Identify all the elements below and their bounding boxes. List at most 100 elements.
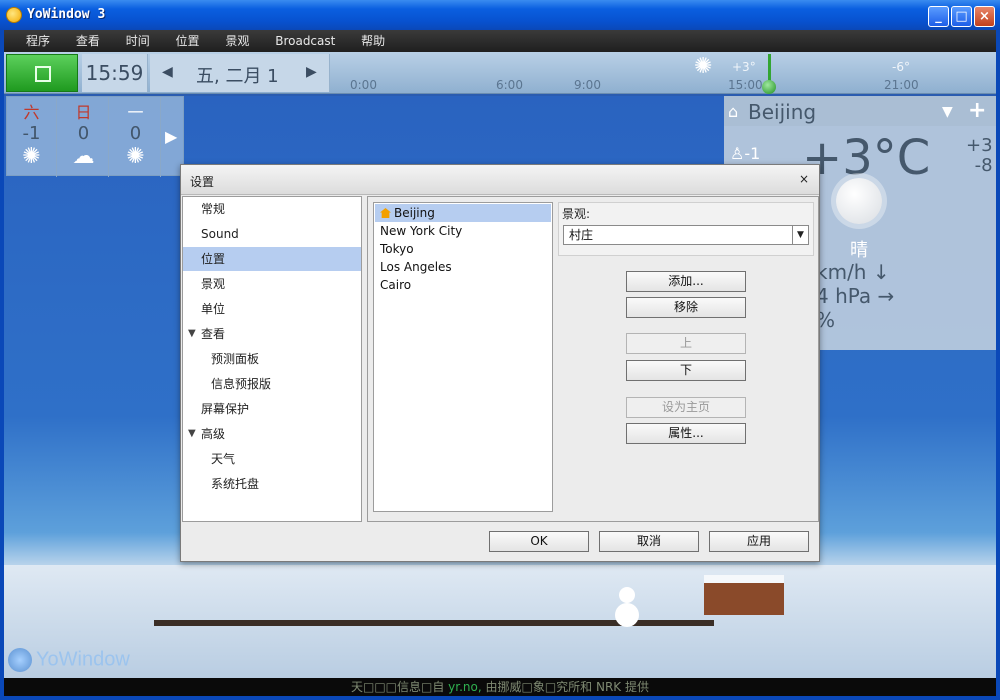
sun-icon: ✺ bbox=[126, 144, 145, 169]
location-settings-pane: Beijing New York City Tokyo Los Angeles … bbox=[367, 196, 819, 522]
forecast-temp: 0 bbox=[129, 123, 142, 144]
high-low: +3 -8 bbox=[966, 136, 993, 176]
logo-text: YoWindow bbox=[36, 648, 130, 671]
sun-icon bbox=[836, 178, 882, 224]
timeline-temp: +3° bbox=[732, 60, 756, 74]
low-temp: -8 bbox=[974, 155, 993, 176]
list-item[interactable]: Los Angeles bbox=[375, 258, 551, 276]
location-name: Beijing bbox=[394, 206, 435, 220]
window-frame bbox=[996, 30, 1000, 700]
current-city[interactable]: Beijing bbox=[748, 100, 816, 124]
yowindow-logo[interactable]: YoWindow bbox=[8, 648, 130, 672]
nav-item-screensaver[interactable]: 屏幕保护 bbox=[183, 397, 361, 421]
nav-item-landscape[interactable]: 景观 bbox=[183, 272, 361, 296]
list-item[interactable]: Cairo bbox=[375, 276, 551, 294]
nav-item-system-tray[interactable]: 系统托盘 bbox=[183, 472, 361, 496]
menu-program[interactable]: 程序 bbox=[14, 30, 60, 52]
chevron-down-icon[interactable]: ▼ bbox=[942, 104, 953, 120]
scene-select-value: 村庄 bbox=[569, 228, 594, 242]
prev-day-arrow-icon[interactable]: ◀ bbox=[162, 64, 173, 80]
nav-item-advanced[interactable]: ▼ 高级 bbox=[183, 422, 361, 446]
minimize-button[interactable]: _ bbox=[928, 6, 949, 27]
nav-item-view[interactable]: ▼ 查看 bbox=[183, 322, 361, 346]
scene-group: 景观: 村庄 ▼ bbox=[558, 202, 814, 256]
timeline-tick: 0:00 bbox=[350, 78, 377, 92]
pressure: 4 hPa → bbox=[816, 284, 895, 308]
snowman bbox=[612, 585, 642, 635]
person-icon: ♙ bbox=[730, 144, 745, 163]
forecast-day[interactable]: 日 0 ☁ bbox=[59, 97, 109, 177]
menu-broadcast[interactable]: Broadcast bbox=[263, 30, 345, 52]
dialog-header[interactable]: 设置 × bbox=[181, 165, 819, 195]
menu-bar: 程序 查看 时间 位置 景观 Broadcast 帮助 bbox=[0, 30, 1000, 52]
move-down-button[interactable]: 下 bbox=[626, 360, 746, 381]
weather-condition: 晴 bbox=[850, 240, 868, 261]
forecast-temp: 0 bbox=[77, 123, 90, 144]
next-day-arrow-icon[interactable]: ▶ bbox=[306, 64, 317, 80]
live-button[interactable] bbox=[6, 54, 78, 92]
maximize-button[interactable]: □ bbox=[951, 6, 972, 27]
home-icon bbox=[380, 208, 391, 218]
high-temp: +3 bbox=[966, 135, 993, 156]
close-button[interactable]: × bbox=[974, 6, 995, 27]
forecast-day[interactable]: 六 -1 ✺ bbox=[7, 97, 57, 177]
window-frame bbox=[0, 30, 4, 700]
settings-nav: 常规 Sound 位置 景观 单位 ▼ 查看 预测面板 信息预报版 屏幕保护 ▼ 高… bbox=[182, 196, 362, 522]
timeline-tick: 21:00 bbox=[884, 78, 919, 92]
expand-arrow-icon[interactable]: ▼ bbox=[188, 422, 196, 446]
expand-arrow-icon[interactable]: ▼ bbox=[188, 322, 196, 346]
nav-item-general[interactable]: 常规 bbox=[183, 197, 361, 221]
feels-like: ♙-1 bbox=[730, 144, 760, 163]
sun-icon: ✺ bbox=[694, 54, 713, 79]
list-item[interactable]: New York City bbox=[375, 222, 551, 240]
nav-item-weather[interactable]: 天气 bbox=[183, 447, 361, 471]
add-location-button[interactable]: 添加... bbox=[626, 271, 746, 292]
date-selector: ◀ 五, 二月 1 ▶ bbox=[150, 54, 330, 92]
window-frame bbox=[0, 696, 1000, 700]
properties-button[interactable]: 属性... bbox=[626, 423, 746, 444]
chevron-down-icon[interactable]: ▼ bbox=[792, 226, 808, 244]
timeline-handle[interactable] bbox=[762, 80, 776, 94]
list-item[interactable]: Tokyo bbox=[375, 240, 551, 258]
credit-text: 由挪威□象□究所和 NRK 提供 bbox=[481, 680, 650, 694]
forecast-next-arrow-icon[interactable]: ▶ bbox=[165, 127, 177, 146]
window-titlebar[interactable]: YoWindow 3 _ □ × bbox=[0, 0, 1000, 30]
nav-item-sound[interactable]: Sound bbox=[183, 222, 361, 246]
current-temperature: +3°C bbox=[802, 130, 931, 186]
nav-item-forecast-panel[interactable]: 预测面板 bbox=[183, 347, 361, 371]
menu-landscape[interactable]: 景观 bbox=[213, 30, 259, 52]
move-up-button[interactable]: 上 bbox=[626, 333, 746, 354]
nav-item-location[interactable]: 位置 bbox=[183, 247, 361, 271]
menu-view[interactable]: 查看 bbox=[64, 30, 110, 52]
nav-item-units[interactable]: 单位 bbox=[183, 297, 361, 321]
set-home-button[interactable]: 设为主页 bbox=[626, 397, 746, 418]
location-list[interactable]: Beijing New York City Tokyo Los Angeles … bbox=[373, 202, 553, 512]
time-bar: 15:59 ◀ 五, 二月 1 ▶ 0:00 6:00 9:00 15:00 2… bbox=[4, 52, 996, 94]
app-icon bbox=[6, 7, 22, 23]
apply-button[interactable]: 应用 bbox=[709, 531, 809, 552]
live-square-icon bbox=[35, 66, 51, 82]
clock-display: 15:59 bbox=[82, 54, 148, 92]
cancel-button[interactable]: 取消 bbox=[599, 531, 699, 552]
forecast-day-name: 日 bbox=[75, 103, 92, 122]
menu-location[interactable]: 位置 bbox=[164, 30, 210, 52]
nav-item-info-board[interactable]: 信息预报版 bbox=[183, 372, 361, 396]
close-icon[interactable]: × bbox=[799, 172, 809, 186]
add-location-icon[interactable]: + bbox=[968, 98, 986, 123]
menu-time[interactable]: 时间 bbox=[114, 30, 160, 52]
scene-label: 景观: bbox=[562, 207, 591, 221]
menu-help[interactable]: 帮助 bbox=[349, 30, 395, 52]
timeline[interactable]: 0:00 6:00 9:00 15:00 21:00 +3° -6° ✺ bbox=[334, 54, 994, 94]
forecast-day-name: 一 bbox=[127, 103, 144, 122]
ok-button[interactable]: OK bbox=[489, 531, 589, 552]
remove-location-button[interactable]: 移除 bbox=[626, 297, 746, 318]
feels-like-value: -1 bbox=[744, 144, 761, 163]
forecast-day[interactable]: 一 0 ✺ bbox=[111, 97, 161, 177]
scene-select[interactable]: 村庄 ▼ bbox=[563, 225, 809, 245]
cloud-icon: ☁ bbox=[72, 144, 95, 169]
list-item[interactable]: Beijing bbox=[375, 204, 551, 222]
landscape-ground bbox=[4, 565, 996, 678]
timeline-tick: 6:00 bbox=[496, 78, 523, 92]
timeline-tick: 15:00 bbox=[728, 78, 763, 92]
credit-link[interactable]: yr.no, bbox=[448, 680, 482, 694]
